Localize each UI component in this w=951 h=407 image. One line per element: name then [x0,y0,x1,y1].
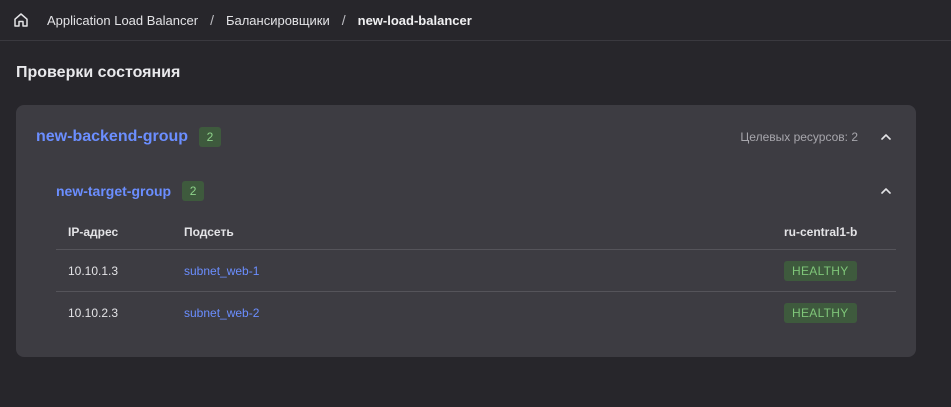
breadcrumb-bar: Application Load Balancer / Балансировщи… [0,0,951,41]
table-row: 10.10.1.3 subnet_web-1 HEALTHY [56,250,896,292]
table-header-row: IP-адрес Подсеть ru-central1-b [56,215,896,250]
subnet-link[interactable]: subnet_web-1 [184,264,259,278]
status-badge: HEALTHY [784,303,857,323]
home-icon[interactable] [12,11,30,29]
breadcrumb-separator: / [210,12,214,28]
breadcrumb-balancers[interactable]: Балансировщики [226,13,330,28]
ip-address: 10.10.2.3 [68,306,119,320]
column-header-subnet: Подсеть [184,225,234,239]
target-group-header: new-target-group 2 [56,180,896,202]
chevron-up-icon[interactable] [876,181,896,201]
table-row: 10.10.2.3 subnet_web-2 HEALTHY [56,292,896,334]
targets-count: Целевых ресурсов: 2 [740,130,858,144]
page-title: Проверки состояния [16,64,181,81]
breadcrumb-separator: / [341,12,346,28]
breadcrumb-current: new-load-balancer [357,12,472,28]
backend-group-count-badge: 2 [199,127,222,147]
column-header-zone: ru-central1-b [784,225,858,239]
backend-group-card: new-backend-group 2 Целевых ресурсов: 2 … [16,105,916,357]
breadcrumb-alb[interactable]: Application Load Balancer [47,13,198,28]
column-header-ip: IP-адрес [68,225,119,239]
targets-table: IP-адрес Подсеть ru-central1-b 10.10.1.3… [56,215,896,334]
target-group-count-badge: 2 [182,181,205,201]
chevron-up-icon[interactable] [876,127,896,147]
backend-group-link[interactable]: new-backend-group [36,128,188,146]
subnet-link[interactable]: subnet_web-2 [184,306,259,320]
target-group-link[interactable]: new-target-group [56,183,171,199]
ip-address: 10.10.1.3 [68,263,119,278]
status-badge: HEALTHY [784,260,857,281]
backend-group-header: new-backend-group 2 Целевых ресурсов: 2 [36,125,896,149]
